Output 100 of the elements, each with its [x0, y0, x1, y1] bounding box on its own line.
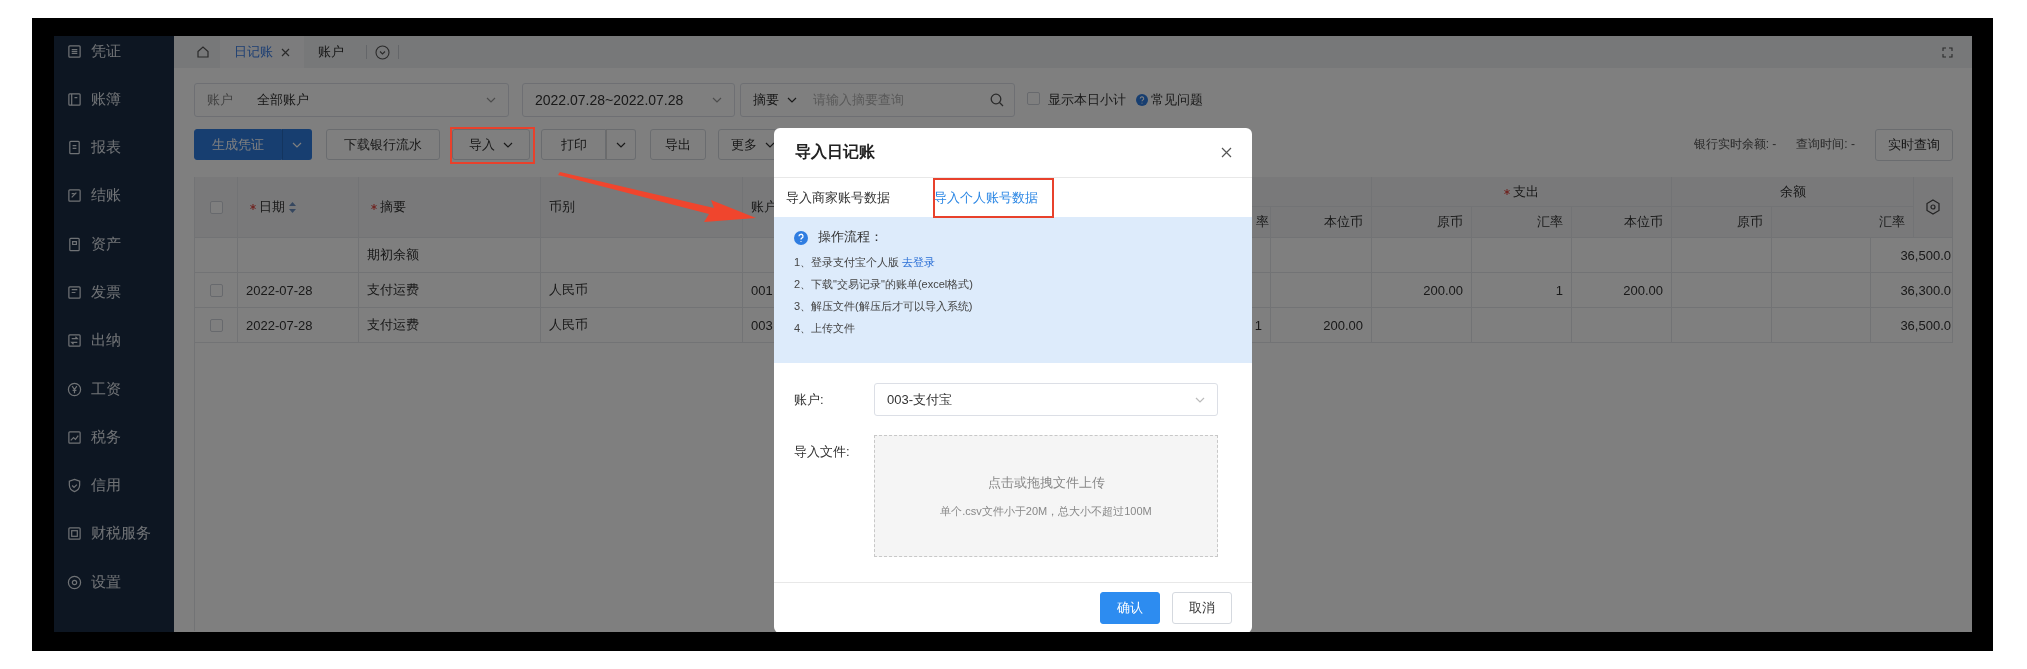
sidebar-item[interactable]: 财税服务 [54, 518, 174, 549]
field-label: 账户 [207, 91, 233, 109]
table-cell: 2022-07-28 [238, 308, 359, 343]
file-drop-zone[interactable]: 点击或拖拽文件上传 单个.csv文件小于20M，总大小不超过100M [874, 435, 1218, 557]
account-select[interactable]: 账户 全部账户 [194, 83, 509, 117]
upload-note: 单个.csv文件小于20M，总大小不超过100M [940, 503, 1152, 519]
home-icon[interactable] [196, 45, 210, 59]
dropdown-button[interactable]: 导入 [452, 129, 530, 160]
bank-balance-text: 银行实时余额: - [1693, 136, 1777, 153]
caret-icon [292, 141, 302, 148]
column-header: 汇率 [1472, 207, 1572, 238]
checkbox[interactable] [209, 283, 223, 297]
sidebar-item[interactable]: 出纳 [54, 325, 174, 356]
cancel-button[interactable]: 取消 [1172, 592, 1232, 624]
column-header: 原币 [1372, 207, 1472, 238]
checkbox-label: 显示本日小计 [1048, 91, 1126, 109]
dialog-title: 导入日记账 [795, 142, 875, 162]
field-label: 导入文件: [794, 443, 851, 461]
column-header: 日期 [238, 177, 359, 238]
sidebar-item[interactable]: 报表 [54, 132, 174, 163]
list-icon [67, 43, 82, 59]
close-icon[interactable] [281, 47, 290, 57]
field-selector[interactable]: 摘要 [753, 91, 797, 109]
tab[interactable]: 账户 [304, 36, 358, 68]
table-cell: 36,300.0 [1871, 273, 1953, 308]
table-cell: 2022-07-28 [238, 273, 359, 308]
sidebar-item[interactable]: 工资 [54, 374, 174, 405]
document-icon [67, 140, 82, 156]
caret-icon [486, 97, 496, 103]
help-icon [794, 230, 808, 245]
close-icon[interactable] [1221, 147, 1232, 158]
account-select[interactable]: 003-支付宝 [874, 383, 1218, 416]
caret-icon [503, 141, 513, 148]
sidebar-item[interactable]: 资产 [54, 229, 174, 260]
instruction-step: 1、登录支付宝个人版 去登录 [794, 251, 1232, 273]
chevron-circle-icon[interactable] [375, 44, 390, 60]
print-button[interactable]: 打印 [541, 129, 606, 160]
date-range-select[interactable]: 2022.07.28~2022.07.28 [522, 83, 735, 117]
tab[interactable]: 导入个人账号数据 [934, 188, 1038, 207]
required-icon [250, 204, 256, 210]
sidebar-item[interactable]: 信用 [54, 470, 174, 501]
table-cell: 人民币 [541, 308, 743, 343]
book-icon [67, 91, 82, 107]
exchange-icon [67, 333, 82, 349]
upload-hint: 点击或拖拽文件上传 [987, 473, 1105, 492]
toolbar-button[interactable]: 导出 [650, 129, 706, 160]
field-label: 账户: [794, 390, 825, 409]
fullscreen-icon[interactable] [1942, 47, 1953, 58]
document-icon [67, 236, 82, 252]
sidebar-item[interactable]: 结账 [54, 180, 174, 211]
caret-icon [712, 97, 722, 103]
select-value: 003-支付宝 [887, 390, 953, 409]
login-link[interactable]: 去登录 [902, 256, 936, 268]
sidebar-item[interactable]: 发票 [54, 277, 174, 308]
chart-icon [67, 429, 82, 445]
search-icon[interactable] [990, 93, 1004, 107]
column-header: 原币 [1672, 207, 1772, 238]
column-header: 汇率 [1772, 207, 1914, 238]
column-header: 摘要 [359, 177, 541, 238]
edit-document-icon [67, 188, 82, 204]
sort-icon[interactable] [289, 201, 296, 213]
caret-icon [787, 97, 797, 103]
tab[interactable]: 日记账 [220, 36, 304, 68]
sidebar-item[interactable]: 账簿 [54, 84, 174, 115]
table-cell: 支付运费 [359, 273, 541, 308]
column-header: 本位币 [1271, 207, 1372, 238]
column-group-header: 余额 [1672, 177, 1914, 207]
column-header: 本位币 [1572, 207, 1672, 238]
table-cell: 人民币 [541, 273, 743, 308]
document-icon [67, 285, 82, 300]
generate-voucher-button[interactable]: 生成凭证 [194, 129, 282, 160]
table-cell: 支付运费 [359, 308, 541, 343]
sidebar-item[interactable]: 税务 [54, 422, 174, 453]
checkbox[interactable] [209, 318, 223, 332]
dropdown-button[interactable] [282, 129, 312, 160]
confirm-button[interactable]: 确认 [1100, 592, 1160, 624]
table-cell: 200.00 [1572, 273, 1672, 308]
query-time-text: 查询时间: - [1796, 136, 1855, 153]
checkbox[interactable] [209, 200, 223, 214]
caret-icon [1195, 396, 1205, 403]
yen-icon [67, 381, 82, 397]
help-icon[interactable] [1136, 94, 1148, 106]
column-header: 币别 [541, 177, 743, 238]
live-query-button[interactable]: 实时查询 [1875, 128, 1953, 161]
settings-icon[interactable] [1925, 199, 1941, 215]
sidebar-item[interactable]: 凭证 [54, 36, 174, 66]
table-cell: 36,500.0 [1871, 308, 1953, 343]
table-cell: 200.00 [1271, 308, 1372, 343]
select-value: 2022.07.28~2022.07.28 [535, 92, 685, 108]
toolbar-button[interactable]: 下载银行流水 [326, 129, 440, 160]
help-link[interactable]: 常见问题 [1151, 91, 1203, 109]
shield-icon [67, 478, 82, 494]
table-cell: 36,500.0 [1871, 238, 1953, 273]
required-icon [371, 204, 377, 210]
select-value: 全部账户 [257, 91, 310, 109]
document-icon [67, 526, 82, 542]
checkbox[interactable] [1027, 92, 1040, 105]
table-cell: 期初余额 [359, 238, 541, 273]
sidebar-item[interactable]: 设置 [54, 567, 174, 598]
column-group-header: 支出 [1372, 177, 1672, 207]
